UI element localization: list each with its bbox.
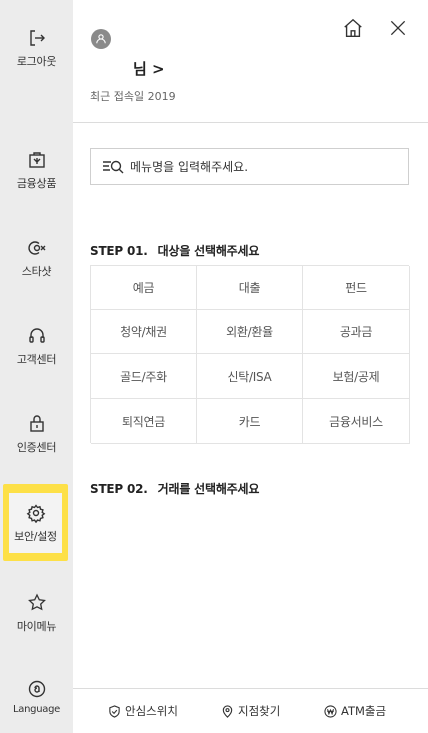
sidebar-item-label: 마이메뉴 [16, 620, 57, 633]
sidebar-item-starshot[interactable]: 스타샷 [0, 237, 73, 301]
close-button[interactable] [385, 15, 411, 41]
shield-check-icon [109, 704, 120, 718]
bottom-bar: 안심스위치 지점찾기 ATM출금 [73, 688, 428, 733]
safety-switch-label: 안심스위치 [125, 704, 178, 718]
menu-search-box[interactable] [90, 148, 409, 185]
sidebar-item-label: 인증센터 [16, 441, 57, 454]
category-item[interactable]: 골드/주화 [91, 354, 197, 399]
sidebar-item-label: Language [13, 704, 60, 715]
sidebar-item-language[interactable]: Language [0, 678, 73, 733]
won-icon [324, 704, 337, 718]
logout-icon [26, 27, 48, 49]
category-item[interactable]: 카드 [197, 399, 303, 444]
sidebar: 로그아웃 금융상품 스타샷 고객센터 인증센터 보안/설정 마이메뉴 Langu… [0, 0, 73, 733]
category-item[interactable]: 예금 [91, 266, 197, 310]
category-item[interactable]: 공과금 [303, 310, 410, 354]
sidebar-item-auth-center[interactable]: 인증센터 [0, 413, 73, 477]
step2-number: STEP 02. [90, 482, 148, 496]
sidebar-item-security-settings-inner: 보안/설정 [9, 492, 62, 553]
star-icon [26, 592, 48, 614]
safety-switch-button[interactable]: 안심스위치 [108, 703, 178, 719]
location-pin-icon [222, 704, 233, 718]
search-input[interactable] [130, 159, 390, 174]
category-item[interactable]: 대출 [197, 266, 303, 310]
gear-icon [25, 502, 47, 524]
category-item[interactable]: 퇴직연금 [91, 399, 197, 444]
category-item[interactable]: 보험/공제 [303, 354, 410, 399]
sidebar-item-label: 스타샷 [21, 265, 52, 278]
category-grid: 예금 대출 펀드 청약/채권 외환/환율 공과금 골드/주화 신탁/ISA 보험… [90, 265, 410, 444]
step2-heading: STEP 02. 거래를 선택해주세요 [90, 480, 259, 497]
step1-heading: STEP 01. 대상을 선택해주세요 [90, 242, 259, 259]
bag-icon [26, 149, 48, 171]
user-name-link[interactable]: 님 > [133, 58, 165, 79]
language-icon [26, 678, 48, 700]
sidebar-item-customer-center[interactable]: 고객센터 [0, 325, 73, 389]
branch-finder-button[interactable]: 지점찾기 [221, 703, 280, 719]
avatar [91, 29, 111, 49]
step1-title: 대상을 선택해주세요 [157, 244, 260, 258]
sidebar-item-financial-products[interactable]: 금융상품 [0, 149, 73, 213]
category-item[interactable]: 신탁/ISA [197, 354, 303, 399]
sidebar-item-my-menu[interactable]: 마이메뉴 [0, 592, 73, 656]
atm-withdraw-label: ATM출금 [341, 704, 387, 718]
sidebar-item-label: 보안/설정 [14, 529, 57, 543]
close-icon [390, 20, 406, 36]
sidebar-item-label: 고객센터 [16, 353, 57, 366]
step1-number: STEP 01. [90, 244, 148, 258]
category-item[interactable]: 외환/환율 [197, 310, 303, 354]
last-login-text: 최근 접속일 2019 [90, 90, 176, 103]
headset-icon [26, 325, 48, 347]
search-menu-icon [103, 160, 124, 173]
step2-title: 거래를 선택해주세요 [157, 482, 260, 496]
home-icon [344, 18, 362, 37]
sidebar-item-label: 로그아웃 [16, 55, 57, 68]
starshot-icon [26, 237, 48, 259]
category-item[interactable]: 금융서비스 [303, 399, 410, 444]
home-button[interactable] [340, 15, 366, 41]
lock-icon [26, 413, 48, 435]
branch-finder-label: 지점찾기 [238, 704, 281, 718]
category-item[interactable]: 청약/채권 [91, 310, 197, 354]
profile-header: 님 > 최근 접속일 2019 [73, 0, 428, 123]
category-item[interactable]: 펀드 [303, 266, 410, 310]
sidebar-item-security-settings[interactable]: 보안/설정 [3, 484, 68, 561]
sidebar-item-label: 금융상품 [16, 177, 57, 190]
sidebar-item-logout[interactable]: 로그아웃 [0, 27, 73, 91]
atm-withdraw-button[interactable]: ATM출금 [324, 703, 386, 719]
